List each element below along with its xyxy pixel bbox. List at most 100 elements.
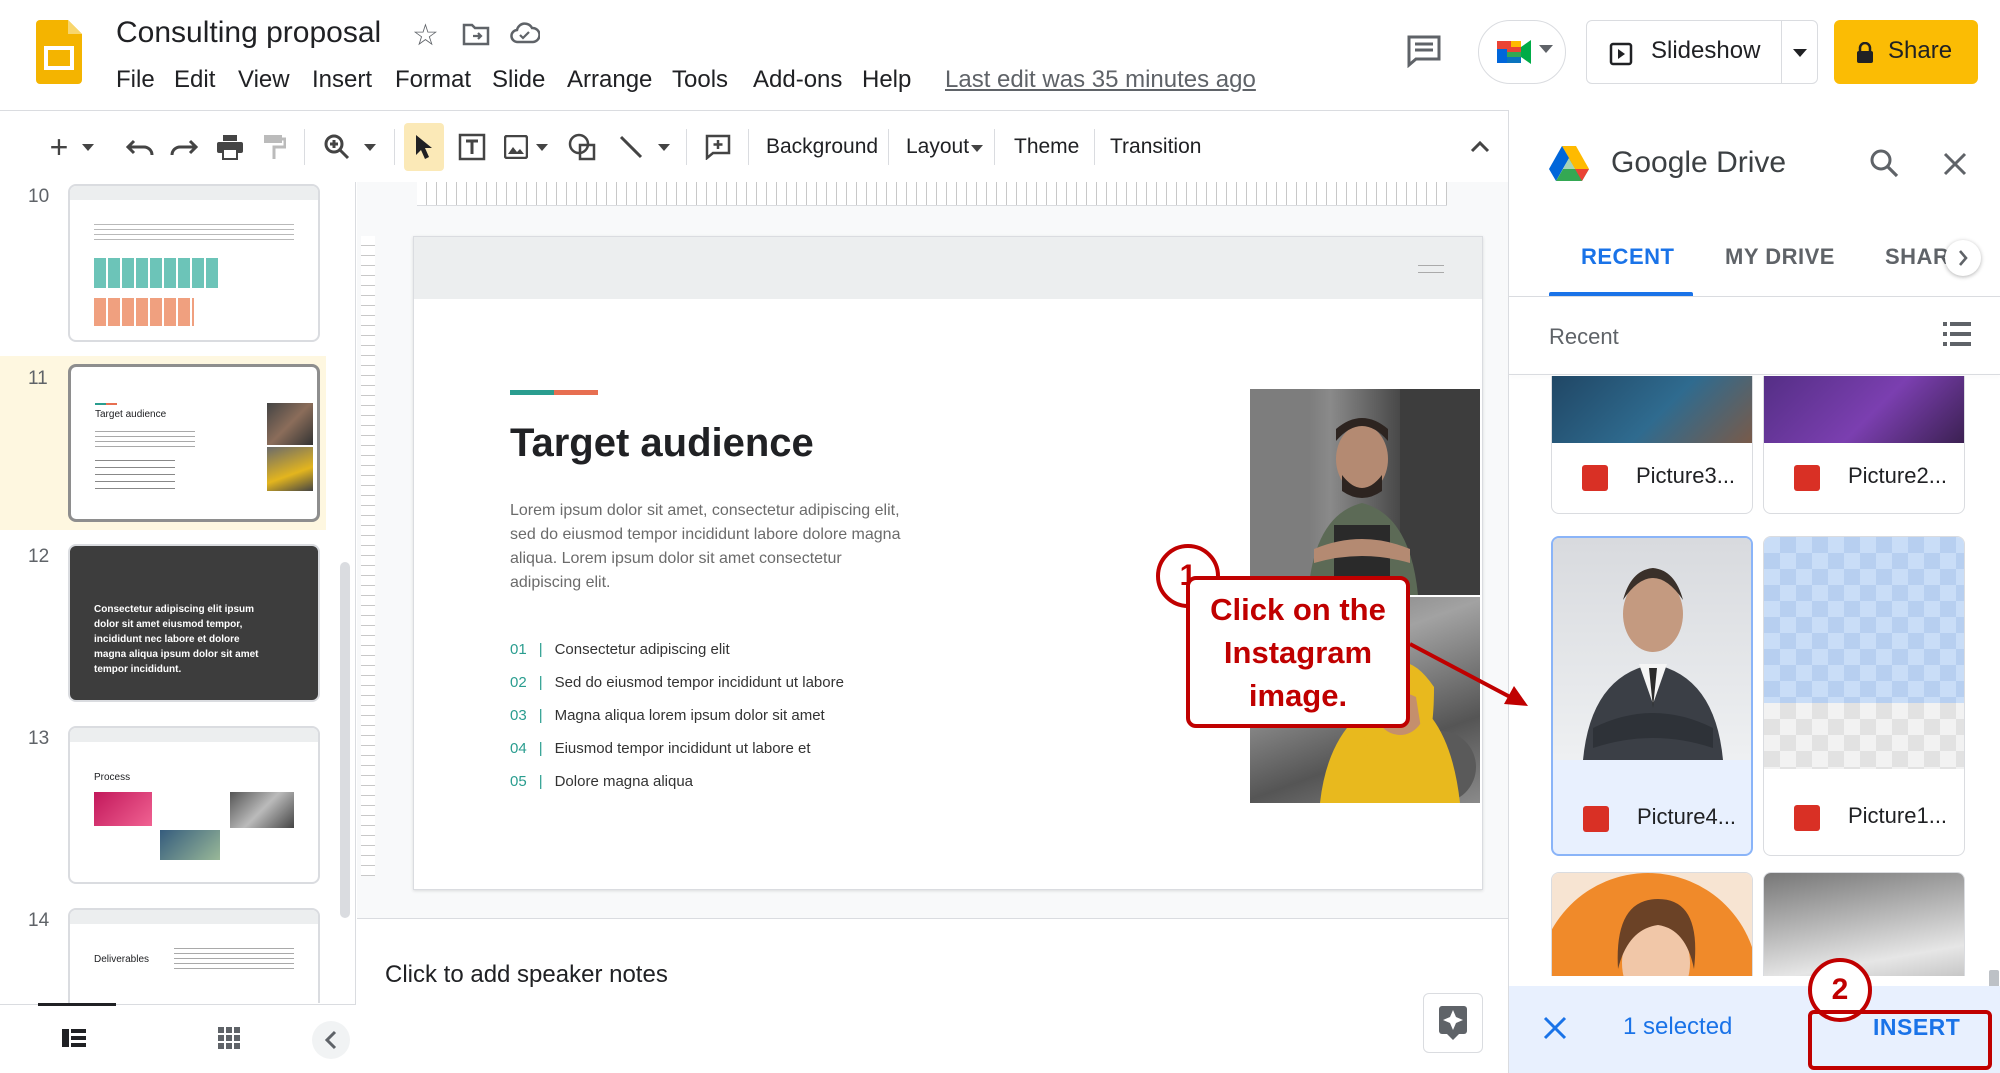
slides-logo-icon[interactable] [36,20,82,84]
list-number: 03 [510,707,527,724]
file-card-portrait[interactable] [1551,872,1753,976]
new-slide-button[interactable]: + [38,111,106,183]
slide-title[interactable]: Target audience [510,421,814,466]
lock-icon [1856,41,1874,69]
slide-number: 10 [28,186,50,207]
share-label: Share [1888,37,1953,64]
slide-thumbnail-12[interactable]: Consectetur adipiscing elit ipsum dolor … [68,544,320,702]
tab-recent[interactable]: RECENT [1581,244,1674,270]
toolbar-divider [888,129,889,165]
filmstrip-bottom-bar [0,1003,356,1073]
file-card-picture3[interactable]: Picture3... [1551,376,1753,514]
menu-view[interactable]: View [238,66,290,94]
file-name: Picture2... [1848,463,1948,488]
comments-icon[interactable] [1406,34,1442,73]
transition-button[interactable]: Transition [1110,135,1201,159]
tab-shared[interactable]: SHAR [1885,244,1949,270]
menu-arrange[interactable]: Arrange [567,66,652,94]
menu-tools[interactable]: Tools [672,66,728,94]
speaker-notes-placeholder[interactable]: Click to add speaker notes [385,961,668,989]
line-icon [619,135,643,159]
menu-insert[interactable]: Insert [312,66,372,94]
chevron-down-icon[interactable] [1793,49,1807,57]
search-icon[interactable] [1869,148,1899,183]
recent-section-label: Recent [1549,324,1619,349]
horizontal-ruler [417,182,1447,206]
file-card-picture4[interactable]: Picture4... [1551,536,1753,856]
file-card-picture2[interactable]: Picture2... [1763,376,1965,514]
add-comment-button[interactable] [698,111,738,183]
move-folder-icon[interactable] [462,22,490,51]
star-icon[interactable]: ☆ [412,18,439,53]
clear-selection-icon[interactable] [1543,1016,1567,1045]
file-thumbnail [1764,873,1964,976]
share-button[interactable]: Share [1834,20,1978,84]
slide-photo-man[interactable] [1250,389,1480,595]
cloud-saved-icon[interactable] [510,22,541,49]
slideshow-divider [1781,21,1782,83]
explore-button[interactable] [1423,993,1483,1053]
slide-thumbnail-14[interactable]: Deliverables [68,908,320,1003]
print-icon [217,135,243,160]
grid-view-icon[interactable] [218,1027,240,1054]
line-button[interactable] [610,111,678,183]
tab-my-drive[interactable]: MY DRIVE [1725,244,1835,270]
list-item: 05 | Dolore magna aliqua [510,773,693,790]
slide-thumbnail-10[interactable] [68,184,320,342]
toolbar-divider [686,129,687,165]
thumb-photo-bottom [267,447,313,491]
shape-button[interactable] [562,111,602,183]
collapse-panel-button[interactable] [312,1021,350,1059]
menu-format[interactable]: Format [395,66,471,94]
filmstrip-view-icon[interactable] [62,1029,86,1052]
speaker-notes[interactable]: Click to add speaker notes [357,918,1508,1073]
document-title[interactable]: Consulting proposal [116,16,381,50]
paint-format-button[interactable] [254,111,294,183]
meet-button[interactable] [1478,20,1566,84]
tabs-divider [1509,296,2000,297]
print-button[interactable] [210,111,250,183]
menu-slide[interactable]: Slide [492,66,545,94]
redo-button[interactable] [164,111,204,183]
section-divider [1509,374,2000,375]
drive-title: Google Drive [1611,146,1787,179]
slide-number: 11 [28,368,48,389]
file-name: Picture3... [1636,463,1736,488]
paint-format-icon [264,135,286,159]
list-item: 01 | Consectetur adipiscing elit [510,641,730,658]
filmstrip-scrollbar[interactable] [340,562,350,918]
slideshow-button[interactable]: Slideshow [1586,20,1818,84]
last-edit-link[interactable]: Last edit was 35 minutes ago [945,66,1256,94]
file-card-picture1[interactable]: Picture1... [1763,536,1965,856]
arrow-icon [1408,640,1532,715]
menu-help[interactable]: Help [862,66,911,94]
list-number: 04 [510,740,527,757]
zoom-icon [324,134,350,160]
insert-highlight-box [1808,1010,1992,1070]
file-card-landscape[interactable] [1763,872,1965,976]
menu-edit[interactable]: Edit [174,66,215,94]
thumb-photo-1 [94,792,152,826]
tabs-scroll-right-button[interactable] [1945,240,1981,276]
list-view-icon[interactable] [1943,322,1971,351]
slide-body-text[interactable]: Lorem ipsum dolor sit amet, consectetur … [510,499,908,595]
layout-button[interactable]: Layout [906,135,969,159]
slide-canvas[interactable]: Target audience Lorem ipsum dolor sit am… [413,236,1483,890]
background-button[interactable]: Background [766,135,878,159]
thumb-orange-bars [94,298,194,326]
slide-thumbnail-13[interactable]: Process [68,726,320,884]
insert-image-button[interactable] [498,111,554,183]
menu-addons[interactable]: Add-ons [753,66,842,94]
close-icon[interactable] [1943,152,1967,181]
collapse-toolbar-button[interactable] [1462,111,1498,183]
chevron-left-icon [325,1030,337,1050]
theme-button[interactable]: Theme [1014,135,1079,159]
menu-file[interactable]: File [116,66,155,94]
text-box-button[interactable] [452,111,492,183]
zoom-button[interactable] [316,111,384,183]
undo-button[interactable] [120,111,160,183]
select-tool-button[interactable] [404,123,444,171]
slide-thumbnail-11[interactable]: Target audience [68,364,320,522]
file-thumbnail [1764,537,1964,703]
plus-icon: + [49,128,69,165]
